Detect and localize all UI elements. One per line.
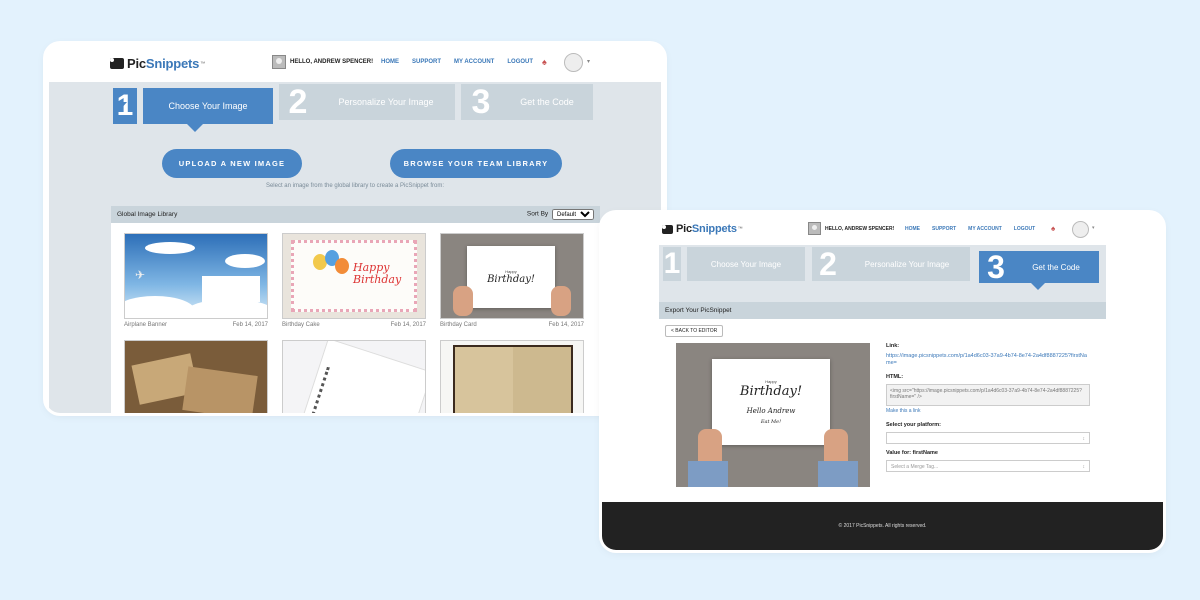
copyright: © 2017 PicSnippets. All rights reserved. [838,523,927,529]
user-greeting: HELLO, ANDREW SPENCER! [272,55,373,69]
library-item-6[interactable] [440,340,584,413]
select-arrows-icon: ↕ [1082,436,1086,442]
browse-team-library-button[interactable]: BROWSE YOUR TEAM LIBRARY [390,149,562,178]
user-avatar-icon [272,55,286,69]
birthday-cake-image: Happy Birthday [282,233,426,319]
active-step-pointer [187,124,203,132]
sort-control: Sort By Default [527,209,594,220]
get-code-window: Pic Snippets ™ HELLO, ANDREW SPENCER! HOME… [602,213,1163,550]
library-item-5[interactable] [282,340,426,413]
step-choose-image[interactable]: 1 Choose Your Image [663,247,805,281]
step-choose-image[interactable]: 1 Choose Your Image [113,88,273,124]
open-book-image [440,340,584,413]
chevron-down-icon[interactable]: ▾ [587,58,590,65]
platform-select[interactable]: ↕ [886,432,1090,444]
notification-bell-icon[interactable]: ♠ [1051,224,1055,233]
library-title: Global Image Library [117,211,178,218]
nav-support[interactable]: SUPPORT [932,226,956,232]
choose-image-window: Pic Snippets ™ HELLO, ANDREW SPENCER! HOME… [46,44,664,413]
nav-my-account[interactable]: MY ACCOUNT [968,226,1002,232]
export-header: Export Your PicSnippet [659,302,1106,319]
birthday-card-image: Happy Birthday! [440,233,584,319]
top-nav-2: Pic Snippets ™ HELLO, ANDREW SPENCER! HOME… [602,213,1163,245]
preview-image: Happy Birthday! Hello Andrew Eat Me! [676,343,870,487]
step-personalize[interactable]: 2 Personalize Your Image [812,246,970,282]
sort-select[interactable]: Default [552,209,594,220]
active-step-pointer [1031,283,1045,290]
envelopes-image [124,340,268,413]
step-personalize[interactable]: 2 Personalize Your Image [279,83,455,121]
user-greeting-2: HELLO, ANDREW SPENCER! [808,222,894,235]
nav-links: HOME SUPPORT MY ACCOUNT LOGOUT [381,59,533,65]
chevron-down-icon[interactable]: ▾ [1092,225,1095,231]
preview-card: Happy Birthday! Hello Andrew Eat Me! [712,359,830,445]
upload-image-button[interactable]: UPLOAD A NEW IMAGE [162,149,302,178]
nav-support[interactable]: SUPPORT [412,59,441,65]
library-header: Global Image Library Sort By Default [111,206,600,223]
main-content: 1 Choose Your Image 2 Personalize Your I… [49,82,661,413]
camera-icon [110,58,124,69]
library-item-airplane-banner[interactable]: ✈ Airplane Banner Feb 14, 2017 [124,233,268,328]
make-link-link[interactable]: Make this a link [886,408,1090,414]
camera-icon [662,224,673,234]
library-item-4[interactable] [124,340,268,413]
back-to-editor-button[interactable]: < BACK TO EDITOR [665,325,724,337]
airplane-banner-image: ✈ [124,233,268,319]
footer: © 2017 PicSnippets. All rights reserved. [602,502,1163,550]
step-get-code[interactable]: 3 Get the Code [979,249,1099,285]
global-library-panel: Global Image Library Sort By Default ✈ A… [111,206,600,413]
airplane-icon: ✈ [135,268,146,282]
logo-2[interactable]: Pic Snippets ™ [662,223,743,235]
user-avatar-icon [808,222,821,235]
logo[interactable]: Pic Snippets ™ [110,56,205,71]
profile-avatar[interactable] [1072,221,1089,238]
library-item-birthday-cake[interactable]: Happy Birthday Birthday Cake Feb 14, 2017 [282,233,426,328]
export-panel: Export Your PicSnippet < BACK TO EDITOR … [659,302,1106,506]
profile-avatar[interactable] [564,53,583,72]
nav-logout[interactable]: LOGOUT [1014,226,1035,232]
export-form: Link: https://image.picsnippets.com/p/1a… [886,343,1090,478]
top-nav: Pic Snippets ™ HELLO, ANDREW SPENCER! HOME… [46,44,664,82]
nav-home[interactable]: HOME [381,59,399,65]
step-get-code[interactable]: 3 Get the Code [461,83,593,121]
html-code-field[interactable]: <img src="https://image.picsnippets.com/… [886,384,1090,406]
main-content-2: 1 Choose Your Image 2 Personalize Your I… [659,245,1106,506]
library-hint: Select an image from the global library … [265,183,445,189]
snippet-link[interactable]: https://image.picsnippets.com/p/1a4d6c03… [886,353,1090,367]
merge-tag-select[interactable]: Select a Merge Tag... ↕ [886,460,1090,472]
notification-bell-icon[interactable]: ♠ [542,57,547,67]
nav-logout[interactable]: LOGOUT [507,59,533,65]
nav-home[interactable]: HOME [905,226,920,232]
nav-links-2: HOME SUPPORT MY ACCOUNT LOGOUT [905,226,1035,232]
notebook-image [282,340,426,413]
select-arrows-icon: ↕ [1082,464,1086,470]
library-item-birthday-card[interactable]: Happy Birthday! Birthday Card Feb 14, 201… [440,233,584,328]
nav-my-account[interactable]: MY ACCOUNT [454,59,494,65]
